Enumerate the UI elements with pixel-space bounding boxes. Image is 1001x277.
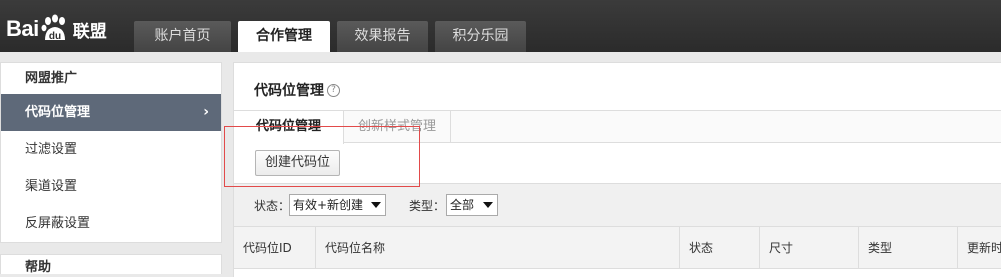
- tab-cooperation-management[interactable]: 合作管理: [238, 21, 330, 52]
- sidebar-item-anti-block-settings[interactable]: 反屏蔽设置: [1, 205, 221, 242]
- dropdown-arrow-icon: [483, 202, 493, 208]
- paw-icon: du: [41, 14, 65, 42]
- column-header-name[interactable]: 代码位名称: [315, 227, 679, 269]
- dropdown-arrow-icon: [371, 202, 381, 208]
- sidebar-help-section: 帮助: [0, 254, 222, 275]
- type-filter-label: 类型：: [409, 199, 446, 213]
- sidebar-item-channel-settings[interactable]: 渠道设置: [1, 168, 221, 205]
- status-filter-label: 状态：: [254, 199, 291, 213]
- status-filter-select[interactable]: 有效+新创建: [289, 194, 386, 216]
- chevron-right-icon: ›: [203, 104, 209, 120]
- logo-cn-text: 联盟: [72, 21, 107, 42]
- tab-points-park[interactable]: 积分乐园: [435, 21, 526, 52]
- sidebar-section: 网盟推广 代码位管理 › 过滤设置 渠道设置 反屏蔽设置: [0, 62, 222, 243]
- table-header: 代码位ID 代码位名称 状态 尺寸 类型 更新时: [234, 227, 1001, 269]
- top-header: Bai du 联盟 账户首页 合作管理 效果报告 积分乐园: [0, 0, 1001, 52]
- filter-bar: 状态： 有效+新创建 类型： 全部: [234, 183, 1001, 227]
- main-nav: 账户首页 合作管理 效果报告 积分乐园: [134, 21, 533, 52]
- column-header-id[interactable]: 代码位ID: [234, 227, 315, 269]
- sidebar-help-title: 帮助: [25, 260, 52, 275]
- sidebar: 网盟推广 代码位管理 › 过滤设置 渠道设置 反屏蔽设置 帮助: [0, 62, 222, 275]
- sidebar-item-filter-settings[interactable]: 过滤设置: [1, 131, 221, 168]
- column-header-type[interactable]: 类型: [858, 227, 957, 269]
- annotation-highlight-box: [224, 126, 420, 187]
- sidebar-item-ad-slot-management[interactable]: 代码位管理 ›: [1, 94, 221, 131]
- page-title-text: 代码位管理: [254, 83, 324, 99]
- paw-text: du: [49, 31, 61, 42]
- sidebar-section-title: 网盟推广: [25, 71, 78, 86]
- help-icon[interactable]: ?: [327, 83, 340, 97]
- sidebar-item-label: 代码位管理: [25, 105, 91, 120]
- tab-performance-report[interactable]: 效果报告: [337, 21, 428, 52]
- logo-text: Bai: [6, 16, 39, 41]
- page-title: 代码位管理 ?: [254, 80, 340, 100]
- status-filter-value: 有效+新创建: [293, 198, 364, 212]
- type-filter-value: 全部: [450, 198, 475, 212]
- column-header-updated[interactable]: 更新时: [957, 227, 1001, 269]
- type-filter-select[interactable]: 全部: [446, 194, 498, 216]
- tab-account-home[interactable]: 账户首页: [134, 21, 231, 52]
- column-header-status[interactable]: 状态: [679, 227, 759, 269]
- column-header-size[interactable]: 尺寸: [759, 227, 858, 269]
- baidu-union-logo[interactable]: Bai du 联盟: [6, 12, 107, 46]
